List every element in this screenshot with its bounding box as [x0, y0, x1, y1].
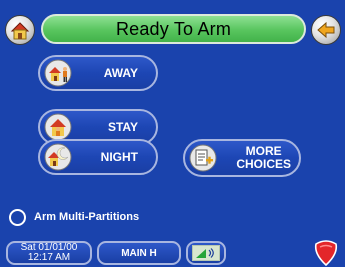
signal-strength-icon [192, 245, 220, 261]
signal-button[interactable] [186, 241, 226, 265]
time-text: 12:17 AM [27, 252, 71, 263]
away-label: AWAY [103, 65, 138, 80]
house-moon-icon [44, 143, 72, 171]
away-button[interactable]: AWAY [38, 55, 158, 91]
house-person-icon [44, 59, 72, 87]
notepad-plus-icon [189, 144, 217, 172]
multi-partitions-label: Arm Multi-Partitions [34, 211, 140, 223]
home-button[interactable] [5, 15, 35, 45]
status-bar: Ready To Arm [41, 14, 306, 44]
more-choices-label: MORE CHOICES [236, 145, 291, 171]
more-choices-button[interactable]: MORE CHOICES [183, 139, 301, 177]
shield-icon[interactable] [312, 240, 340, 266]
more-label-line2: CHOICES [236, 157, 291, 171]
stay-label: STAY [107, 119, 138, 134]
main-h-button[interactable]: MAIN H [97, 241, 181, 265]
datetime-button[interactable]: Sat 01/01/00 12:17 AM [6, 241, 92, 265]
home-icon [10, 22, 30, 40]
more-label-line1: MORE [245, 144, 282, 158]
arm-multi-partitions-option[interactable]: Arm Multi-Partitions [9, 207, 139, 227]
house-inside-icon [44, 113, 72, 141]
back-button[interactable] [311, 15, 341, 45]
night-label: NIGHT [100, 149, 138, 164]
back-arrow-icon [317, 21, 335, 39]
night-button[interactable]: NIGHT [38, 139, 158, 175]
status-text: Ready To Arm [115, 18, 232, 39]
multi-partitions-radio[interactable] [9, 208, 26, 226]
main-h-label: MAIN H [121, 247, 157, 259]
arm-screen: Ready To Arm AWAY STAY NIGHT MORE CHOICE… [0, 0, 345, 267]
